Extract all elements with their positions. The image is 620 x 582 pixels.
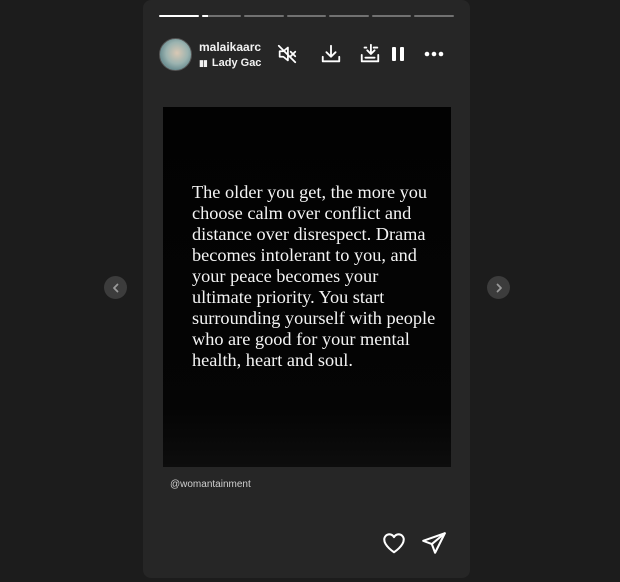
progress-fill [201, 15, 208, 17]
story-viewer[interactable]: malaikaarc ▮▮ Lady Gac The older you get… [143, 0, 470, 578]
like-button[interactable] [381, 530, 407, 556]
progress-segment [159, 15, 199, 17]
progress-fill [159, 15, 199, 17]
progress-segment [414, 15, 455, 17]
progress-segment [201, 15, 242, 17]
previous-story-button[interactable] [104, 276, 127, 299]
chevron-right-icon [496, 283, 502, 292]
quote-text: The older you get, the more you choose c… [192, 182, 436, 370]
send-icon [422, 532, 446, 554]
avatar[interactable] [159, 38, 192, 71]
download-icon [321, 44, 341, 63]
story-progress [159, 15, 455, 18]
more-options-button[interactable] [422, 42, 446, 66]
mute-button[interactable] [275, 42, 299, 66]
heart-icon [383, 533, 405, 554]
share-button[interactable] [421, 530, 447, 556]
music-label[interactable]: ▮▮ Lady Gac [199, 57, 263, 69]
next-story-button[interactable] [487, 276, 510, 299]
progress-segment [286, 15, 327, 17]
progress-segment [371, 15, 412, 17]
username[interactable]: malaikaarc [199, 40, 263, 54]
download-all-button[interactable] [358, 42, 382, 66]
download-button[interactable] [319, 42, 343, 66]
pause-button[interactable] [386, 42, 410, 66]
story-header: malaikaarc ▮▮ Lady Gac [159, 38, 459, 72]
music-title: Lady Gac [211, 57, 262, 69]
more-options-icon [424, 51, 444, 57]
story-post-image: The older you get, the more you choose c… [163, 107, 451, 467]
speaker-muted-icon [277, 44, 297, 64]
progress-segment [329, 15, 369, 17]
credit-handle[interactable]: @womantainment [170, 479, 251, 490]
progress-segment [244, 15, 284, 17]
music-bars-icon: ▮▮ [199, 58, 208, 68]
chevron-left-icon [112, 283, 118, 292]
download-all-icon [360, 43, 380, 63]
pause-icon [392, 47, 404, 61]
